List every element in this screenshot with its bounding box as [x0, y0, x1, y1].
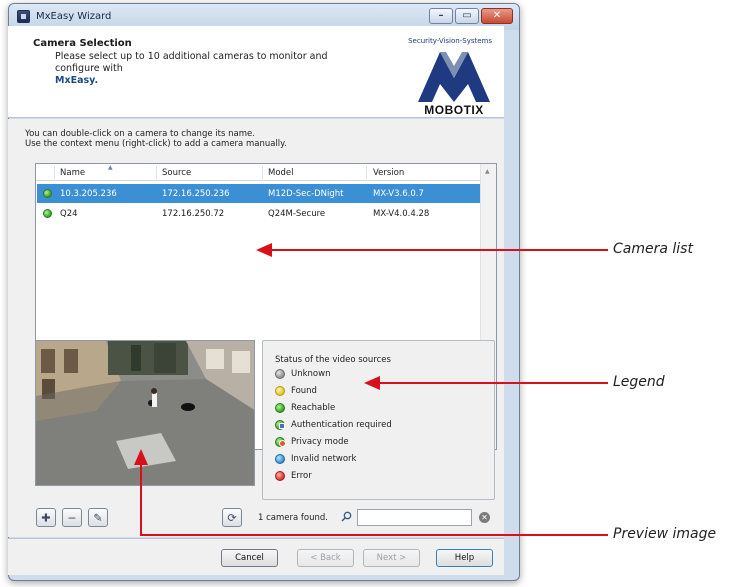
app-icon — [17, 10, 30, 23]
maximize-button[interactable]: ▭ — [455, 8, 479, 24]
close-button[interactable]: ✕ — [481, 8, 513, 24]
instructions: You can double-click on a camera to chan… — [25, 129, 287, 149]
sort-ascending-icon: ▲ — [108, 164, 113, 171]
column-separator — [54, 166, 55, 179]
legend-label: Found — [291, 386, 317, 396]
legend-label: Authentication required — [291, 420, 392, 430]
camera-name: Q24 — [60, 209, 78, 219]
lock-badge-icon — [279, 423, 285, 429]
camera-model: Q24M-Secure — [268, 209, 326, 219]
cameras-found-status: 1 camera found. — [258, 513, 328, 523]
search-cameras-button[interactable]: ⟳ — [222, 508, 242, 527]
camera-list-callout-line — [270, 249, 608, 251]
page-subtitle: Please select up to 10 additional camera… — [55, 51, 365, 87]
window-controls: – ▭ ✕ — [429, 8, 513, 24]
minimize-button[interactable]: – — [429, 8, 453, 24]
brand-name: MOBOTIX — [424, 103, 484, 117]
window-title: MxEasy Wizard — [36, 11, 112, 22]
legend-label: Error — [291, 471, 312, 481]
camera-row[interactable]: Q24 172.16.250.72 Q24M-Secure MX-V4.0.4.… — [37, 204, 480, 223]
status-reachable-icon — [275, 403, 285, 413]
camera-source: 172.16.250.72 — [162, 209, 225, 219]
wizard-header: Camera Selection Please select up to 10 … — [8, 26, 504, 118]
refresh-search-icon: ⟳ — [227, 511, 237, 524]
help-button[interactable]: Help — [436, 549, 493, 567]
camera-version: MX-V4.0.4.28 — [373, 209, 430, 219]
subtitle-app-name: MxEasy. — [55, 75, 99, 86]
camera-row[interactable]: 10.3.205.236 172.16.250.236 M12D-Sec-DNi… — [37, 184, 480, 203]
next-button[interactable]: Next > — [363, 549, 420, 567]
column-header-version[interactable]: Version — [373, 168, 404, 178]
remove-camera-button[interactable]: − — [62, 508, 82, 527]
maximize-icon: ▭ — [462, 10, 472, 21]
column-header-source[interactable]: Source — [162, 168, 191, 178]
minimize-icon: – — [438, 10, 444, 21]
camera-list-header: ▲ Name Source Model Version — [36, 164, 481, 181]
status-found-icon — [275, 386, 285, 396]
status-reachable-icon — [43, 209, 52, 218]
camera-source: 172.16.250.236 — [162, 189, 230, 199]
preview-callout-line — [140, 534, 608, 536]
status-unknown-icon — [275, 369, 285, 379]
column-header-model[interactable]: Model — [268, 168, 294, 178]
filter-input[interactable] — [357, 509, 472, 526]
wizard-footer: Cancel < Back Next > Help — [8, 539, 504, 575]
cancel-button[interactable]: Cancel — [221, 549, 278, 567]
status-error-icon — [275, 471, 285, 481]
legend-callout-label: Legend — [613, 374, 665, 390]
column-separator — [156, 166, 157, 179]
page-title: Camera Selection — [33, 38, 132, 49]
legend-label: Reachable — [291, 403, 336, 413]
instruction-line-2: Use the context menu (right-click) to ad… — [25, 139, 287, 149]
legend-label: Unknown — [291, 369, 331, 379]
subtitle-text: Please select up to 10 additional camera… — [55, 51, 328, 74]
edit-camera-button[interactable]: ✎ — [88, 508, 108, 527]
status-reachable-icon — [43, 189, 52, 198]
legend-label: Privacy mode — [291, 437, 349, 447]
status-legend: Status of the video sources Unknown Foun… — [262, 340, 495, 500]
minus-icon: − — [67, 511, 77, 524]
search-icon — [341, 511, 352, 522]
camera-model: M12D-Sec-DNight — [268, 189, 344, 199]
clear-filter-icon[interactable]: ✕ — [479, 512, 490, 523]
plus-icon: ✚ — [41, 511, 51, 524]
add-camera-button[interactable]: ✚ — [36, 508, 56, 527]
instruction-line-1: You can double-click on a camera to chan… — [25, 129, 255, 139]
camera-name: 10.3.205.236 — [60, 189, 117, 199]
camera-version: MX-V3.6.0.7 — [373, 189, 424, 199]
privacy-badge-icon — [279, 440, 286, 447]
back-button[interactable]: < Back — [297, 549, 354, 567]
legend-callout-line — [378, 382, 608, 384]
column-separator — [366, 166, 367, 179]
camera-list-callout-label: Camera list — [613, 241, 693, 257]
close-icon: ✕ — [492, 10, 502, 21]
column-header-name[interactable]: Name — [60, 168, 85, 178]
brand-tagline: Security-Vision-Systems — [408, 37, 492, 45]
pencil-icon: ✎ — [93, 511, 103, 524]
scroll-up-icon[interactable]: ▲ — [485, 168, 490, 175]
preview-callout-vertical — [140, 463, 142, 536]
column-separator — [262, 166, 263, 179]
mobotix-logo-icon — [418, 52, 490, 102]
legend-title: Status of the video sources — [275, 355, 391, 365]
legend-label: Invalid network — [291, 454, 357, 464]
status-invalid-network-icon — [275, 454, 285, 464]
preview-callout-label: Preview image — [613, 526, 717, 542]
